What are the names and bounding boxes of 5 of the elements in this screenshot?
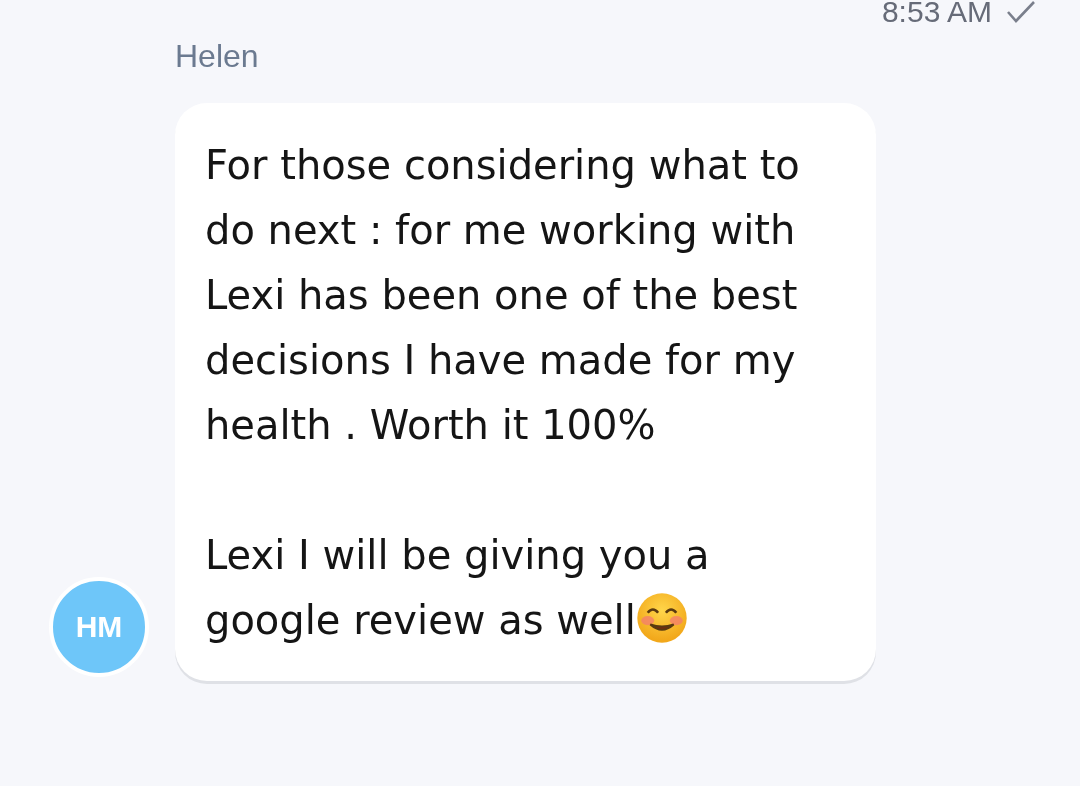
avatar[interactable]: HM — [49, 577, 149, 677]
message-time: 8:53 AM — [881, 0, 992, 27]
sender-name: Helen — [175, 37, 260, 76]
message-text: Lexi I will be giving you a google review as well — [205, 531, 711, 646]
message-text: For those considering what to do next : for me working with Lexi has been one of the best decisions I have made for my health . Worth it 100% — [205, 141, 801, 450]
